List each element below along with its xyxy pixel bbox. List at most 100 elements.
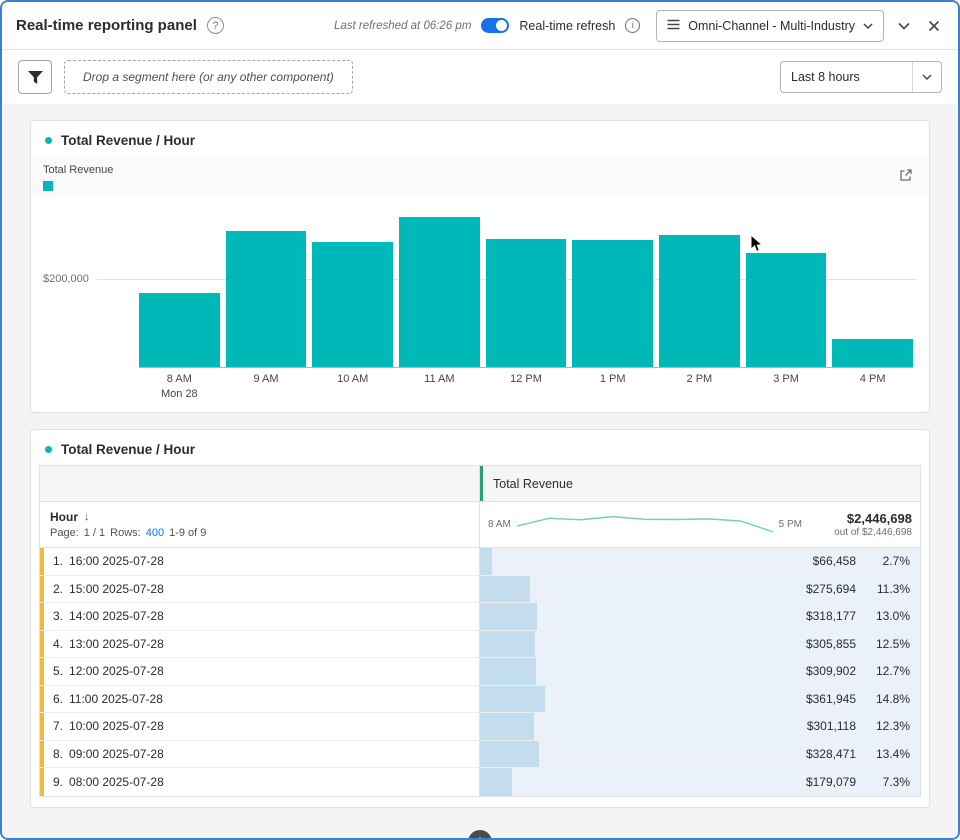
row-index: 9. <box>53 774 64 789</box>
x-axis-label: 2 PM <box>686 373 713 385</box>
dimension-cell: 8. 09:00 2025-07-28 <box>40 740 480 767</box>
freeform-table: Total Revenue Hour ↓ Page: 1 / 1 Rows: 4… <box>39 465 921 797</box>
x-axis-label: 3 PM <box>773 373 799 385</box>
close-panel-button[interactable] <box>924 16 944 36</box>
dataset-dropdown[interactable]: Omni-Channel - Multi-Industry <box>656 9 884 42</box>
table-row[interactable]: 5. 12:00 2025-07-28 $309,902 12.7% <box>40 658 920 686</box>
rows-label: Rows: <box>110 527 141 539</box>
table-row[interactable]: 8. 09:00 2025-07-28 $328,471 13.4% <box>40 740 920 768</box>
last-refreshed-text: Last refreshed at 06:26 pm <box>333 19 472 32</box>
chart-bar[interactable] <box>572 240 654 367</box>
row-hour: 11:00 2025-07-28 <box>69 691 163 706</box>
rows-per-page-link[interactable]: 400 <box>146 527 164 539</box>
row-index: 3. <box>53 609 64 624</box>
chart-bar[interactable] <box>399 217 480 367</box>
row-percent: 14.8% <box>875 691 910 706</box>
row-percent: 2.7% <box>882 554 910 569</box>
x-axis-label: 9 AM <box>253 373 279 385</box>
table-card-title: Total Revenue / Hour <box>31 430 929 465</box>
chart-card-title: Total Revenue / Hour <box>31 121 929 156</box>
value-bar <box>480 713 535 740</box>
chart-title: Total Revenue / Hour <box>61 133 196 148</box>
info-icon[interactable]: i <box>625 18 641 33</box>
row-percent: 13.4% <box>875 746 910 761</box>
x-axis-label: 8 AM Mon 28 <box>160 373 198 400</box>
table-row[interactable]: 6. 11:00 2025-07-28 $361,945 14.8% <box>40 685 920 713</box>
legend-label: Total Revenue <box>43 164 114 176</box>
reporting-panel-window: Real-time reporting panel ? Last refresh… <box>0 0 960 840</box>
dimension-subheader: Hour ↓ Page: 1 / 1 Rows: 400 1-9 of 9 <box>40 502 480 547</box>
table-row[interactable]: 2. 15:00 2025-07-28 $275,694 11.3% <box>40 575 920 603</box>
table-title: Total Revenue / Hour <box>61 442 196 457</box>
dimension-cell: 7. 10:00 2025-07-28 <box>40 713 480 740</box>
row-value: $305,855 <box>805 636 856 651</box>
viz-bullet-icon <box>45 137 52 144</box>
value-bar <box>480 603 538 630</box>
row-index: 7. <box>53 719 64 734</box>
value-bar <box>480 630 535 657</box>
table-row[interactable]: 9. 08:00 2025-07-28 $179,079 7.3% <box>40 768 920 796</box>
metric-cell: $275,694 11.3% <box>480 575 920 602</box>
row-value: $301,118 <box>806 719 856 734</box>
chevron-down-icon <box>863 22 873 29</box>
row-hour: 15:00 2025-07-28 <box>69 581 164 596</box>
chart-bar[interactable] <box>485 239 567 367</box>
row-value: $361,945 <box>805 691 856 706</box>
row-index: 5. <box>53 664 64 679</box>
realtime-refresh-toggle[interactable] <box>481 18 510 33</box>
row-range: 1-9 of 9 <box>169 527 207 539</box>
row-hour: 08:00 2025-07-28 <box>69 774 164 789</box>
dimension-name[interactable]: Hour <box>50 510 78 524</box>
value-bar <box>480 685 546 712</box>
row-index: 8. <box>53 746 64 761</box>
row-percent: 12.7% <box>875 664 910 679</box>
value-bar <box>480 548 492 575</box>
sort-descending-icon[interactable]: ↓ <box>84 511 90 523</box>
total-out-of: out of $2,446,698 <box>834 527 912 538</box>
add-visualization-button[interactable]: + <box>468 829 492 838</box>
table-subheader-row: Hour ↓ Page: 1 / 1 Rows: 400 1-9 of 9 8 … <box>40 502 920 548</box>
page-value: 1 / 1 <box>83 527 106 539</box>
collapse-panel-button[interactable] <box>894 18 914 34</box>
x-axis-label: 1 PM <box>599 373 626 385</box>
chart-bar[interactable] <box>139 293 220 367</box>
row-value: $309,902 <box>805 664 856 679</box>
row-hour: 16:00 2025-07-28 <box>69 554 164 569</box>
dimension-cell: 2. 15:00 2025-07-28 <box>40 575 480 602</box>
row-percent: 12.3% <box>875 719 910 734</box>
table-header-row: Total Revenue <box>40 466 920 502</box>
metric-header-cell[interactable]: Total Revenue <box>480 466 920 501</box>
chart-bar[interactable] <box>745 253 827 367</box>
dimension-cell: 9. 08:00 2025-07-28 <box>40 768 480 796</box>
time-range-dropdown[interactable]: Last 8 hours <box>780 61 942 93</box>
table-body: 1. 16:00 2025-07-28 $66,458 2.7% 2. 15:00 202… <box>40 548 920 796</box>
row-index: 2. <box>53 581 64 596</box>
filter-bar: Drop a segment here (or any other compon… <box>2 50 958 104</box>
spark-start-label: 8 AM <box>488 519 511 530</box>
table-row[interactable]: 4. 13:00 2025-07-28 $305,855 12.5% <box>40 630 920 658</box>
chart-bar[interactable] <box>659 235 740 367</box>
bar-series <box>139 203 914 368</box>
chart-bar[interactable] <box>832 339 914 367</box>
x-axis-label: 10 AM <box>337 373 369 385</box>
table-row[interactable]: 1. 16:00 2025-07-28 $66,458 2.7% <box>40 548 920 576</box>
table-row[interactable]: 7. 10:00 2025-07-28 $301,118 12.3% <box>40 713 920 741</box>
x-axis-labels: 8 AM Mon 28 9 AM 10 AM 11 AM 12 PM 1 PM 2 PM 3 P… <box>139 373 913 400</box>
row-hour: 14:00 2025-07-28 <box>69 609 164 624</box>
top-bar: Real-time reporting panel ? Last refresh… <box>2 2 958 50</box>
chart-bar[interactable] <box>225 231 307 367</box>
segment-filter-button[interactable] <box>18 60 52 94</box>
table-card: Total Revenue / Hour Total Revenue Hour … <box>30 429 930 808</box>
segment-drop-zone[interactable]: Drop a segment here (or any other compon… <box>64 60 353 94</box>
row-percent: 11.3% <box>876 581 910 596</box>
page-title: Real-time reporting panel <box>16 17 197 34</box>
export-chart-button[interactable] <box>895 164 917 186</box>
dataset-icon <box>667 19 680 33</box>
table-row[interactable]: 3. 14:00 2025-07-28 $318,177 13.0% <box>40 603 920 631</box>
help-icon[interactable]: ? <box>206 17 224 34</box>
top-bar-right: Last refreshed at 06:26 pm Real-time ref… <box>333 9 944 42</box>
total-value: $2,446,698 <box>846 511 912 526</box>
x-axis-label: 4 PM <box>859 373 886 385</box>
legend-swatch <box>43 181 53 191</box>
chart-bar[interactable] <box>312 242 394 367</box>
